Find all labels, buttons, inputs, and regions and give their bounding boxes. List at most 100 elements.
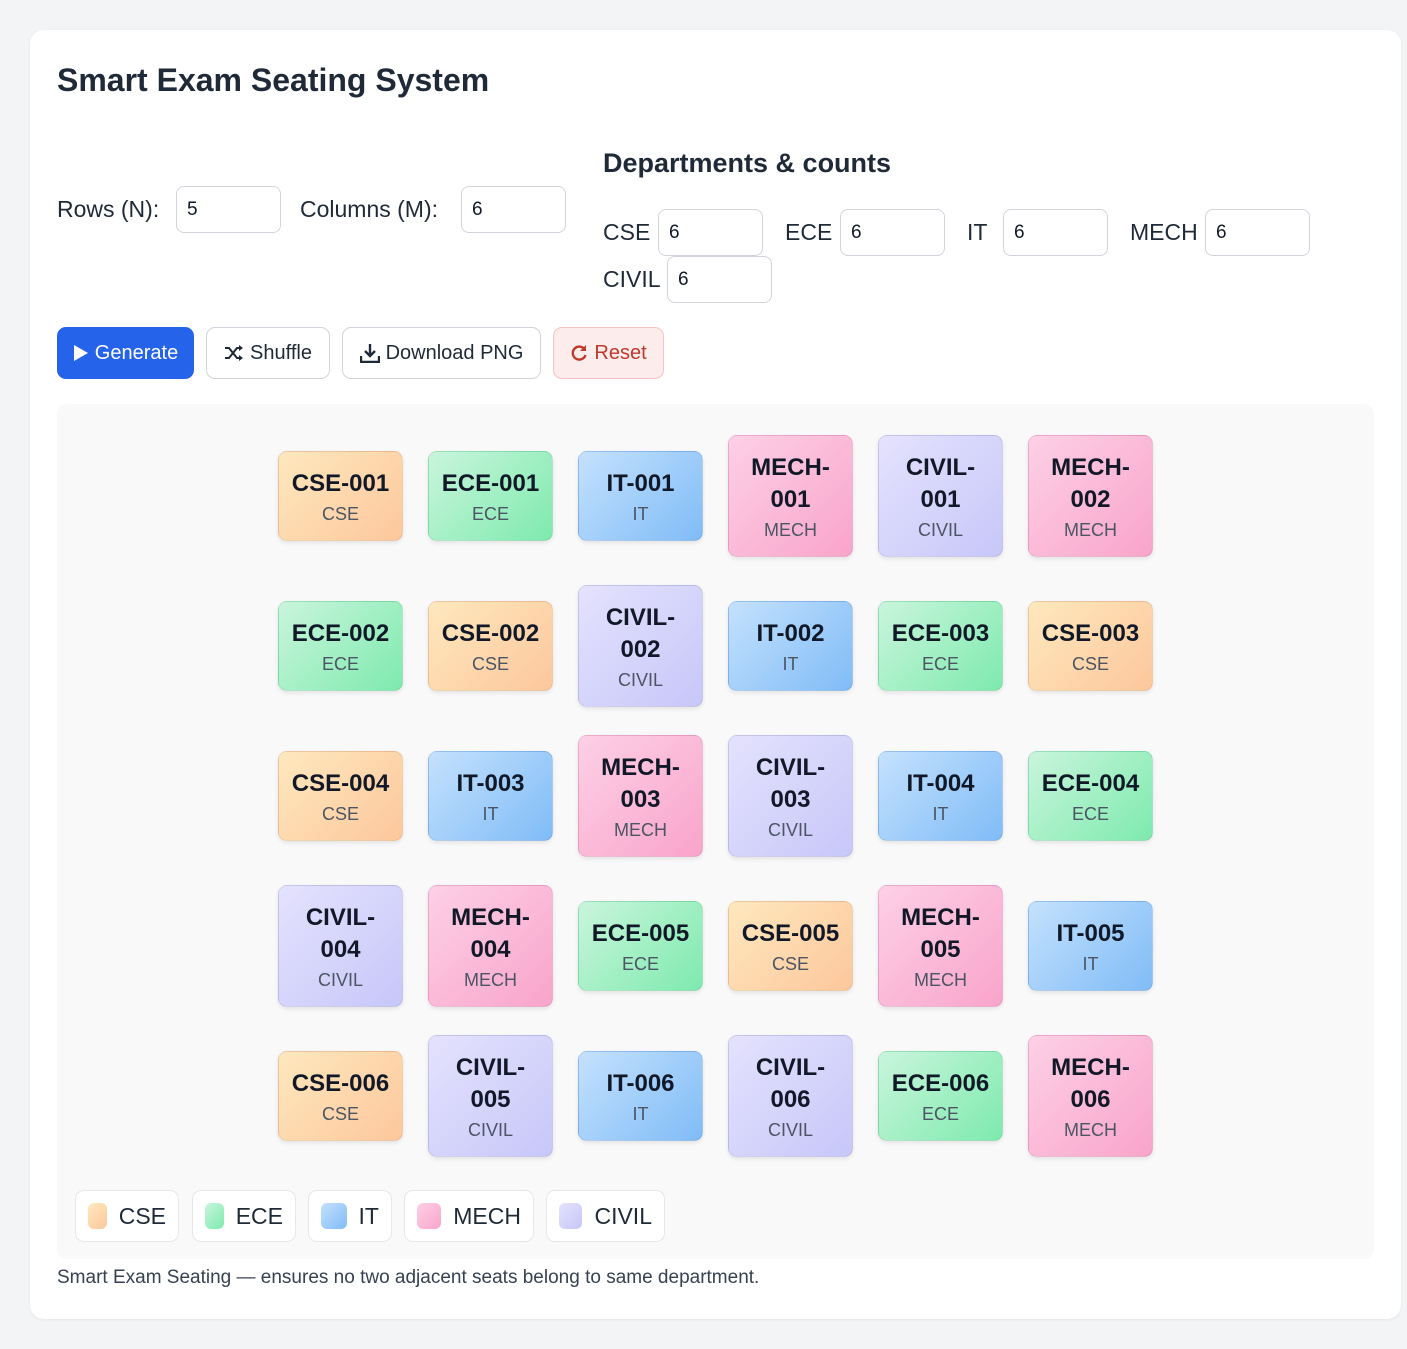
seat-card[interactable]: CSE-002 CSE: [428, 601, 553, 691]
legend-item-ece: ECE: [192, 1190, 296, 1242]
seat-department: ECE: [471, 503, 509, 524]
dept-label-it: IT: [967, 219, 988, 245]
seat-card[interactable]: CSE-003 CSE: [1028, 601, 1153, 691]
seat-card[interactable]: CIVIL- 006 CIVIL: [728, 1035, 853, 1157]
shuffle-icon: [225, 345, 244, 361]
seat-department: CSE: [321, 503, 359, 524]
seat-department: CSE: [771, 953, 809, 974]
seat-id: IT-001: [606, 469, 675, 497]
seat-card[interactable]: CIVIL- 002 CIVIL: [578, 585, 703, 707]
legend-swatch: [205, 1203, 224, 1229]
legend-item-it: IT: [308, 1190, 392, 1242]
seat-department: CSE: [321, 1103, 359, 1124]
seat-card[interactable]: IT-002 IT: [728, 601, 853, 691]
legend-item-civil: CIVIL: [546, 1190, 665, 1242]
seat-card[interactable]: CSE-004 CSE: [278, 751, 403, 841]
seat-id: ECE-002: [291, 619, 390, 647]
seat-card[interactable]: ECE-006 ECE: [878, 1051, 1003, 1141]
seat-id: CSE-003: [1041, 619, 1140, 647]
seat-id: ECE-003: [891, 619, 990, 647]
seat-department: CIVIL: [617, 669, 664, 690]
generate-button[interactable]: Generate: [57, 327, 194, 379]
seat-department: ECE: [621, 953, 659, 974]
seat-department: CIVIL: [767, 1119, 814, 1140]
seat-card[interactable]: ECE-003 ECE: [878, 601, 1003, 691]
seat-id: CIVIL- 005: [455, 1053, 526, 1113]
columns-input[interactable]: [461, 186, 566, 233]
seat-department: MECH: [464, 969, 517, 990]
seat-card[interactable]: CSE-001 CSE: [278, 451, 403, 541]
seat-card[interactable]: MECH- 004 MECH: [428, 885, 553, 1007]
seat-department: CIVIL: [317, 969, 364, 990]
seat-card[interactable]: MECH- 002 MECH: [1028, 435, 1153, 557]
dept-label-cse: CSE: [603, 219, 651, 245]
seat-id: CSE-004: [291, 769, 390, 797]
seat-id: ECE-004: [1041, 769, 1140, 797]
seat-card[interactable]: CSE-005 CSE: [728, 901, 853, 991]
legend-label: MECH: [453, 1202, 521, 1229]
shuffle-button[interactable]: Shuffle: [206, 327, 330, 379]
download-png-button[interactable]: Download PNG: [342, 327, 541, 379]
seat-id: CSE-001: [291, 469, 390, 497]
dept-count-it[interactable]: [1003, 209, 1108, 256]
dept-label-mech: MECH: [1130, 219, 1198, 245]
seat-card[interactable]: CIVIL- 003 CIVIL: [728, 735, 853, 857]
seat-department: IT: [782, 653, 799, 674]
seat-card[interactable]: IT-006 IT: [578, 1051, 703, 1141]
legend-item-cse: CSE: [75, 1190, 179, 1242]
download-icon: [359, 344, 380, 363]
dept-count-civil[interactable]: [667, 256, 772, 303]
seat-department: CSE: [471, 653, 509, 674]
seat-department: CSE: [1071, 653, 1109, 674]
seating-grid: CSE-001 CSE ECE-001 ECE IT-001 IT MECH- 001 MECH…: [57, 404, 1374, 1259]
seat-card[interactable]: IT-005 IT: [1028, 901, 1153, 991]
seat-card[interactable]: IT-001 IT: [578, 451, 703, 541]
seat-department: CIVIL: [767, 819, 814, 840]
seat-card[interactable]: CIVIL- 004 CIVIL: [278, 885, 403, 1007]
seat-card[interactable]: ECE-004 ECE: [1028, 751, 1153, 841]
seat-card[interactable]: CSE-006 CSE: [278, 1051, 403, 1141]
rows-input[interactable]: [176, 186, 281, 233]
seat-department: CIVIL: [467, 1119, 514, 1140]
seat-id: IT-003: [456, 769, 525, 797]
play-icon: [73, 345, 88, 361]
seat-card[interactable]: MECH- 006 MECH: [1028, 1035, 1153, 1157]
shuffle-button-label: Shuffle: [250, 341, 312, 364]
seat-id: MECH- 001: [751, 453, 830, 513]
seat-department: MECH: [1064, 1119, 1117, 1140]
seat-card[interactable]: ECE-001 ECE: [428, 451, 553, 541]
seat-id: MECH- 002: [1051, 453, 1130, 513]
seat-card[interactable]: IT-003 IT: [428, 751, 553, 841]
seat-card[interactable]: MECH- 003 MECH: [578, 735, 703, 857]
seat-card[interactable]: CIVIL- 001 CIVIL: [878, 435, 1003, 557]
seat-card[interactable]: IT-004 IT: [878, 751, 1003, 841]
seat-department: MECH: [614, 819, 667, 840]
seat-card[interactable]: ECE-002 ECE: [278, 601, 403, 691]
dept-count-ece[interactable]: [840, 209, 945, 256]
seat-card[interactable]: ECE-005 ECE: [578, 901, 703, 991]
page-title: Smart Exam Seating System: [57, 62, 490, 98]
seat-id: CIVIL- 001: [905, 453, 976, 513]
seat-id: ECE-005: [591, 919, 690, 947]
legend-swatch: [321, 1203, 347, 1229]
seat-department: IT: [932, 803, 949, 824]
seat-card[interactable]: CIVIL- 005 CIVIL: [428, 1035, 553, 1157]
departments-title: Departments & counts: [603, 148, 892, 178]
dept-count-mech[interactable]: [1205, 209, 1310, 256]
seat-department: CSE: [321, 803, 359, 824]
dept-label-civil: CIVIL: [603, 266, 661, 292]
seat-id: CIVIL- 003: [755, 753, 826, 813]
seat-id: CIVIL- 002: [605, 603, 676, 663]
legend-label: CIVIL: [594, 1202, 652, 1229]
seat-department: ECE: [921, 1103, 959, 1124]
seat-department: IT: [632, 1103, 649, 1124]
seat-department: ECE: [921, 653, 959, 674]
reset-button[interactable]: Reset: [553, 327, 664, 379]
dept-count-cse[interactable]: [658, 209, 763, 256]
seat-id: IT-004: [906, 769, 975, 797]
main-card: Smart Exam Seating System Rows (N): Colu…: [30, 30, 1401, 1319]
seat-card[interactable]: MECH- 001 MECH: [728, 435, 853, 557]
seat-id: MECH- 006: [1051, 1053, 1130, 1113]
seat-card[interactable]: MECH- 005 MECH: [878, 885, 1003, 1007]
reset-button-label: Reset: [594, 341, 647, 364]
